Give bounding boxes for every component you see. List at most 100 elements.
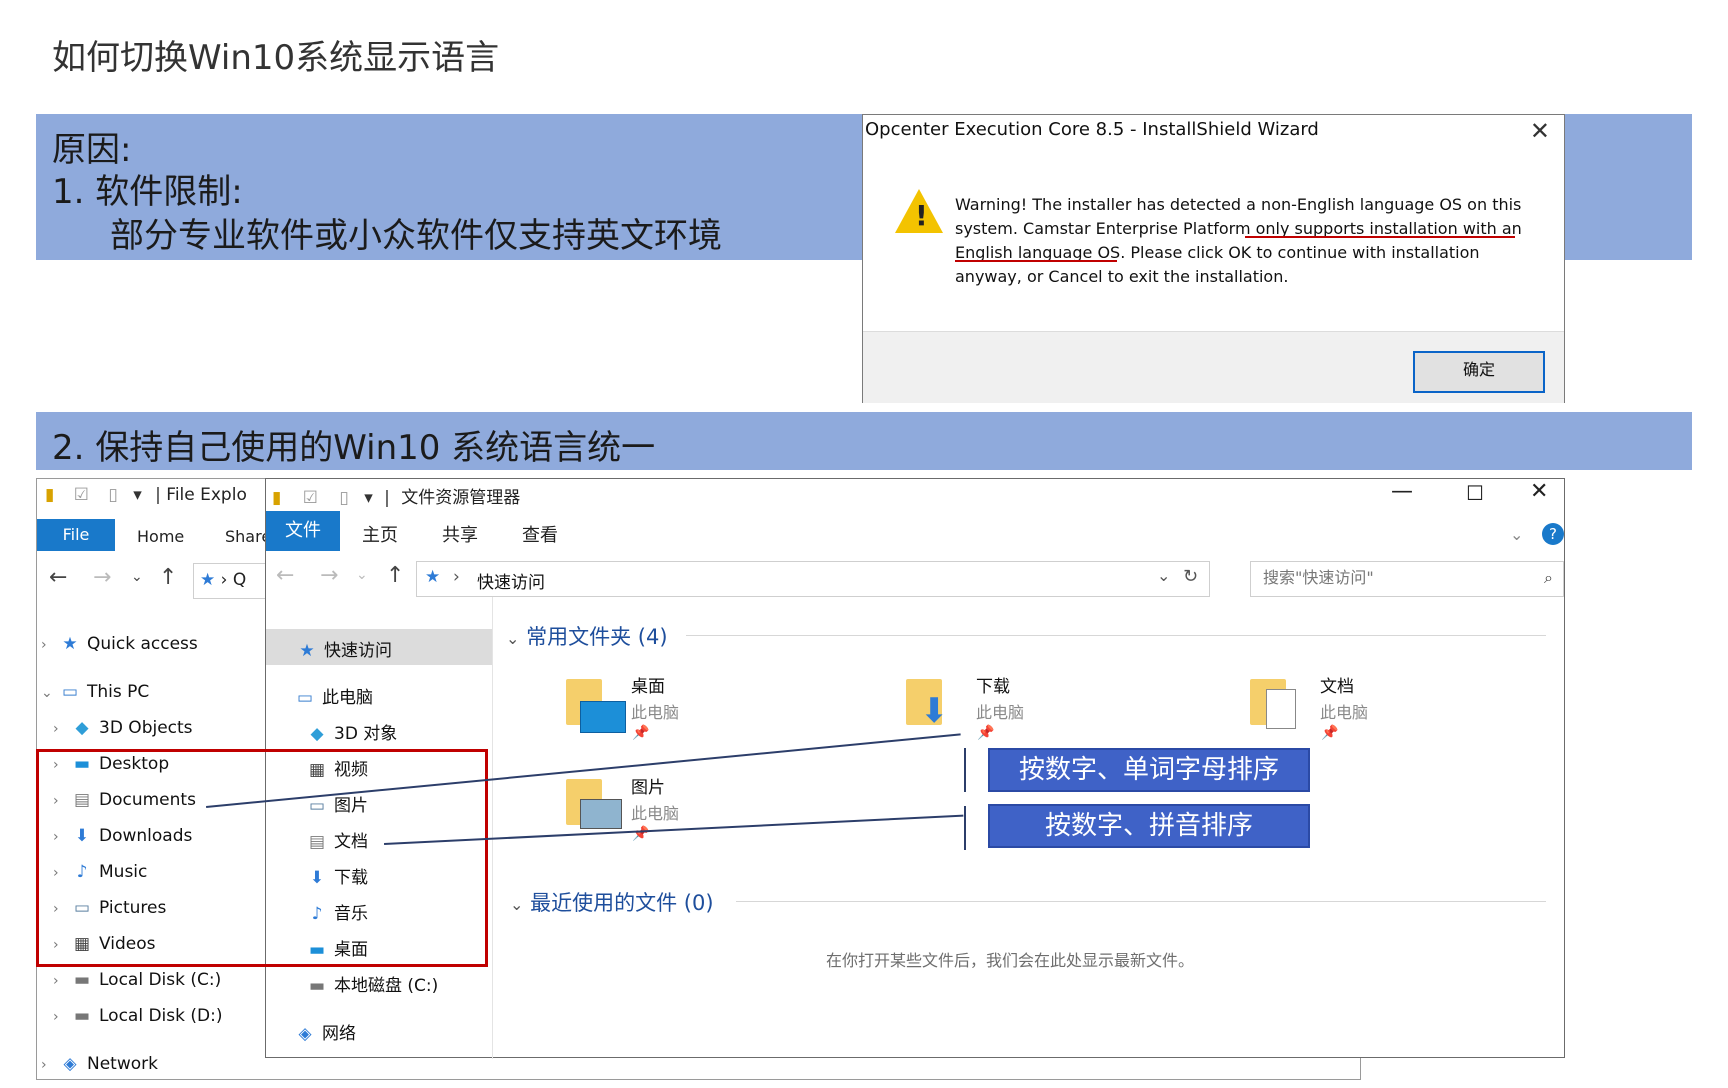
pane-divider xyxy=(492,597,493,1059)
group-divider xyxy=(686,635,1546,636)
folder-name[interactable]: 文档 xyxy=(1320,672,1354,697)
search-input[interactable]: 搜索"快速访问" ⌕ xyxy=(1250,561,1564,597)
nav-item-network-cn[interactable]: ◈ 网络 xyxy=(294,1019,356,1044)
pc-icon: ▭ xyxy=(61,682,79,702)
checkbox-icon[interactable]: ☑ xyxy=(74,485,89,505)
cube-icon: ◆ xyxy=(310,724,324,744)
nav-item-quick-access-cn[interactable]: ★ 快速访问 xyxy=(296,636,392,661)
nav-label: 此电脑 xyxy=(322,688,373,708)
star-icon: ★ xyxy=(62,634,78,654)
chevron-down-icon[interactable]: ▾ xyxy=(133,485,142,505)
tab-view-cn[interactable]: 查看 xyxy=(522,521,558,547)
tab-file[interactable]: File xyxy=(37,519,115,551)
nav-item-this-pc[interactable]: ⌄ ▭ This PC xyxy=(41,682,149,716)
quick-access-toolbar: ▮ ☑ ▯ ▾ | File Explo xyxy=(45,485,247,505)
callout-bracket xyxy=(964,748,966,792)
group-header-recent[interactable]: ⌄ 最近使用的文件 (0) xyxy=(510,887,714,917)
disk-icon: ▬ xyxy=(73,1006,91,1026)
pin-icon[interactable]: 📌 xyxy=(632,725,649,741)
pin-icon[interactable]: 📌 xyxy=(1321,725,1338,741)
folder-name[interactable]: 桌面 xyxy=(631,672,665,697)
folder-icon: ▮ xyxy=(272,488,282,508)
pin-icon[interactable]: 📌 xyxy=(632,826,649,842)
nav-label: Network xyxy=(87,1054,158,1074)
recent-empty-message: 在你打开某些文件后，我们会在此处显示最新文件。 xyxy=(826,951,1195,970)
picture-icon xyxy=(580,799,622,829)
minimize-icon[interactable]: — xyxy=(1391,479,1413,504)
callout-cn-sort: 按数字、拼音排序 xyxy=(988,804,1310,848)
tab-home[interactable]: Home xyxy=(137,527,184,546)
chevron-down-icon[interactable]: ▾ xyxy=(364,488,373,508)
folder-name[interactable]: 下载 xyxy=(976,672,1010,697)
folder-location: 此电脑 xyxy=(976,703,1025,722)
reason-item-1: 1. 软件限制: xyxy=(52,172,243,212)
network-icon: ◈ xyxy=(63,1054,77,1074)
pin-icon[interactable]: 📌 xyxy=(977,725,994,741)
disk-icon: ▬ xyxy=(73,970,91,990)
chevron-down-icon[interactable]: ⌄ xyxy=(1157,566,1170,585)
tab-file-cn[interactable]: 文件 xyxy=(266,511,340,551)
quick-access-toolbar-cn: ▮ ☑ ▯ ▾ | 文件资源管理器 xyxy=(272,488,521,508)
nav-item-network[interactable]: › ◈ Network xyxy=(41,1054,158,1088)
group-divider xyxy=(736,901,1546,902)
nav-label: 3D Objects xyxy=(99,718,193,738)
underline-highlight xyxy=(1245,236,1515,238)
chevron-down-icon: ⌄ xyxy=(510,895,524,914)
close-icon[interactable]: ✕ xyxy=(1530,479,1548,504)
disk-icon: ▬ xyxy=(308,976,326,996)
tab-home-cn[interactable]: 主页 xyxy=(362,521,398,547)
group-title: 常用文件夹 (4) xyxy=(526,625,668,649)
slide-title: 如何切换Win10系统显示语言 xyxy=(52,38,500,78)
nav-label: Local Disk (C:) xyxy=(99,970,222,990)
nav-item-local-disk-c-cn[interactable]: ▬ 本地磁盘 (C:) xyxy=(306,971,438,996)
callout-bracket xyxy=(964,806,966,850)
window-title-en: File Explo xyxy=(166,485,247,505)
cube-icon: ◆ xyxy=(75,718,89,738)
page-icon[interactable]: ▯ xyxy=(108,485,117,505)
folder-icon: ▮ xyxy=(45,485,55,505)
address-path: 快速访问 xyxy=(477,573,545,593)
nav-item-this-pc-cn[interactable]: ▭ 此电脑 xyxy=(294,683,373,708)
tab-share-cn[interactable]: 共享 xyxy=(442,521,478,547)
page-icon[interactable]: ▯ xyxy=(339,488,348,508)
ok-button[interactable]: 确定 xyxy=(1413,351,1545,393)
address-text: Q xyxy=(232,570,247,590)
desktop-icon xyxy=(580,701,626,733)
up-icon[interactable]: ↑ xyxy=(159,565,177,590)
reason-item-2: 2. 保持自己使用的Win10 系统语言统一 xyxy=(52,428,656,468)
folder-location: 此电脑 xyxy=(631,804,680,823)
address-bar-cn[interactable]: ★ › 快速访问 ⌄ ↻ xyxy=(416,561,1210,597)
download-icon: ⬇ xyxy=(920,691,949,731)
nav-item-local-disk-d[interactable]: › ▬ Local Disk (D:) xyxy=(53,1006,222,1040)
group-header-frequent[interactable]: ⌄ 常用文件夹 (4) xyxy=(506,621,668,651)
up-icon[interactable]: ↑ xyxy=(386,563,404,588)
search-icon: ⌕ xyxy=(1544,568,1553,587)
folder-location: 此电脑 xyxy=(1320,703,1369,722)
dialog-message-line: Warning! The installer has detected a no… xyxy=(955,195,1522,214)
help-icon[interactable]: ? xyxy=(1542,523,1564,545)
nav-item-3d-objects[interactable]: › ◆ 3D Objects xyxy=(53,718,193,752)
chevron-down-icon[interactable]: ⌄ xyxy=(131,569,143,585)
nav-label: Quick access xyxy=(87,634,198,654)
folder-name[interactable]: 图片 xyxy=(631,773,665,798)
nav-item-local-disk-c[interactable]: › ▬ Local Disk (C:) xyxy=(53,970,221,1004)
star-icon: ★ xyxy=(200,570,216,590)
nav-item-3d-objects-cn[interactable]: ◆ 3D 对象 xyxy=(306,719,397,744)
refresh-icon[interactable]: ↻ xyxy=(1183,566,1198,587)
chevron-down-icon[interactable]: ⌄ xyxy=(1510,525,1523,544)
window-title-cn: 文件资源管理器 xyxy=(401,488,521,508)
group-title: 最近使用的文件 (0) xyxy=(530,891,714,915)
dialog-message: Warning! The installer has detected a no… xyxy=(955,193,1525,289)
nav-item-quick-access[interactable]: › ★ Quick access xyxy=(41,634,198,668)
close-icon[interactable]: ✕ xyxy=(1530,117,1550,145)
forward-icon[interactable]: → xyxy=(93,565,111,590)
callout-en-sort: 按数字、单词字母排序 xyxy=(988,748,1310,792)
maximize-icon[interactable]: ☐ xyxy=(1466,481,1484,505)
forward-icon[interactable]: → xyxy=(320,563,338,588)
reason-item-1-detail: 部分专业软件或小众软件仅支持英文环境 xyxy=(110,216,722,256)
chevron-down-icon[interactable]: ⌄ xyxy=(356,567,368,583)
document-icon xyxy=(1266,689,1296,729)
back-icon[interactable]: ← xyxy=(49,565,67,590)
back-icon[interactable]: ← xyxy=(276,563,294,588)
checkbox-icon[interactable]: ☑ xyxy=(303,488,318,508)
